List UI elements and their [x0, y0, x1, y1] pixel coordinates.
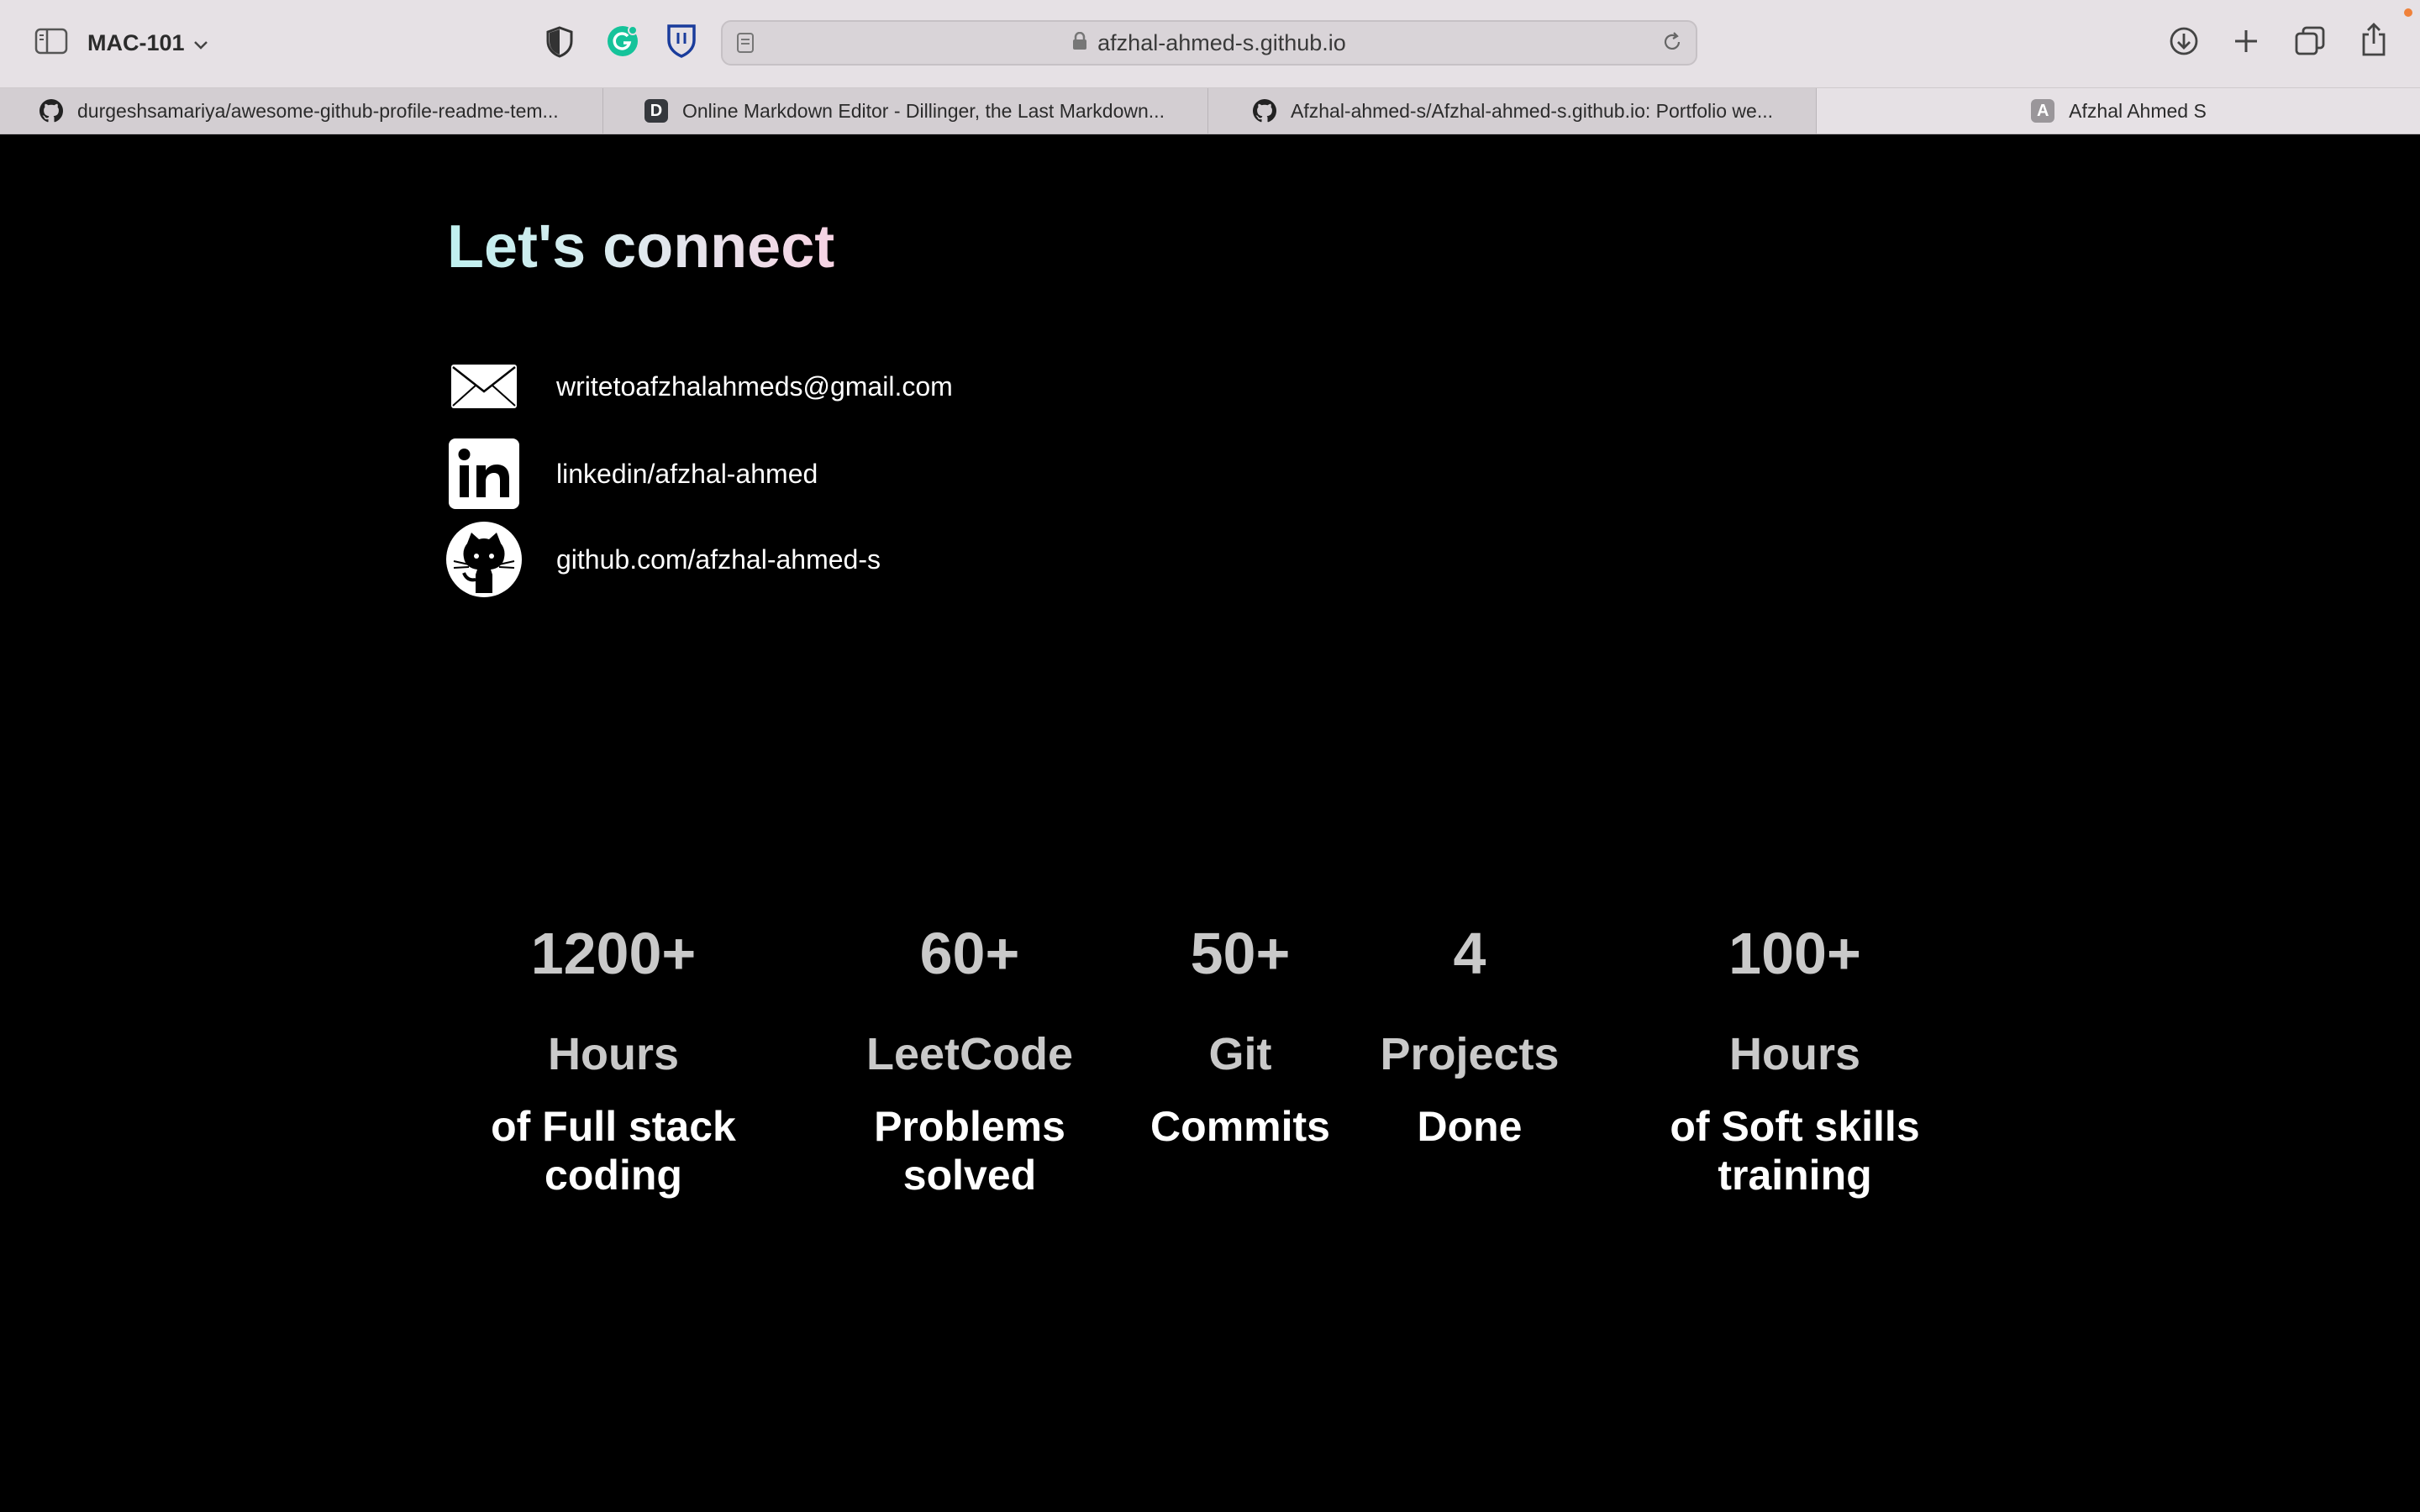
notification-dot — [2404, 8, 2412, 17]
stat-desc-line: Done — [1417, 1103, 1523, 1150]
grammarly-extension-button[interactable] — [603, 24, 642, 62]
sidebar-icon — [34, 28, 68, 59]
linkedin-icon — [445, 435, 523, 512]
stat-desc-line: of Full stack — [491, 1103, 736, 1150]
stat-unit: Hours — [547, 1029, 680, 1079]
tab-dillinger[interactable]: D Online Markdown Editor - Dillinger, th… — [603, 88, 1208, 134]
downloads-button[interactable] — [2163, 24, 2205, 62]
stat-unit: Projects — [1380, 1029, 1560, 1079]
stat-value: 1200+ — [530, 921, 697, 986]
stat-value: 4 — [1453, 921, 1486, 986]
tab-bar: durgeshsamariya/awesome-github-profile-r… — [0, 88, 2420, 134]
stat-softskills-hours: 100+ Hours of Soft skills training — [1670, 924, 1919, 1200]
github-icon — [1252, 98, 1277, 123]
tab-title: Afzhal-ahmed-s/Afzhal-ahmed-s.github.io:… — [1291, 99, 1773, 122]
github-icon — [39, 98, 64, 123]
contact-github-link[interactable]: github.com/afzhal-ahmed-s — [445, 521, 881, 598]
shield-icon — [545, 25, 574, 62]
page-content: Let's connect writetoafzhalahmeds@gmail.… — [0, 134, 2420, 1512]
dillinger-icon: D — [644, 98, 669, 123]
address-bar[interactable]: afzhal-ahmed-s.github.io — [721, 20, 1697, 66]
stat-description: Commits — [1150, 1102, 1330, 1151]
share-icon — [2360, 22, 2388, 61]
stat-value: 50+ — [1190, 921, 1291, 986]
contact-email-link[interactable]: writetoafzhalahmeds@gmail.com — [445, 348, 953, 425]
stat-value: 60+ — [919, 921, 1020, 986]
bitwarden-extension-button[interactable] — [662, 24, 701, 62]
stat-unit: Hours — [1728, 1029, 1861, 1079]
contact-linkedin-link[interactable]: linkedin/afzhal-ahmed — [445, 435, 818, 512]
tab-github-profile-readme[interactable]: durgeshsamariya/awesome-github-profile-r… — [0, 88, 603, 134]
profile-selector[interactable]: MAC-101 — [87, 25, 208, 60]
reload-icon[interactable] — [1660, 30, 1684, 58]
stat-fullstack-hours: 1200+ Hours of Full stack coding — [491, 924, 736, 1200]
share-button[interactable] — [2353, 20, 2395, 62]
tab-title: Afzhal Ahmed S — [2069, 99, 2207, 122]
stat-unit: LeetCode — [865, 1029, 1074, 1079]
mail-icon — [445, 348, 523, 425]
github-icon — [445, 521, 523, 598]
tab-afzhal-ahmed-s[interactable]: A Afzhal Ahmed S — [1817, 88, 2420, 134]
grammarly-icon — [606, 24, 639, 62]
tab-github-portfolio-repo[interactable]: Afzhal-ahmed-s/Afzhal-ahmed-s.github.io:… — [1208, 88, 1817, 134]
contact-github-text: github.com/afzhal-ahmed-s — [556, 543, 881, 575]
stat-unit: Git — [1208, 1029, 1272, 1079]
privacy-shield-button[interactable] — [541, 25, 578, 62]
url-text: afzhal-ahmed-s.github.io — [1097, 29, 1346, 55]
download-icon — [2168, 25, 2200, 61]
browser-toolbar: MAC-101 afzhal-ahmed-s.github.io — [0, 0, 2420, 88]
stat-description: of Soft skills training — [1670, 1102, 1919, 1200]
stat-projects: 4 Projects Done — [1380, 924, 1559, 1151]
stat-value: 100+ — [1728, 921, 1861, 986]
contact-email-text: writetoafzhalahmeds@gmail.com — [556, 370, 953, 402]
sidebar-toggle-button[interactable] — [30, 25, 72, 60]
site-letter-icon: A — [2030, 98, 2055, 123]
stat-description: Done — [1380, 1102, 1559, 1151]
tabs-overview-icon — [2295, 26, 2325, 60]
lock-icon — [1072, 30, 1087, 56]
stat-desc-line: Problems — [874, 1103, 1065, 1150]
chevron-down-icon — [193, 30, 208, 56]
stat-desc-line: coding — [544, 1152, 682, 1199]
stat-desc-line: solved — [902, 1152, 1037, 1199]
profile-name: MAC-101 — [87, 29, 185, 55]
tab-overview-button[interactable] — [2289, 24, 2331, 62]
contact-linkedin-text: linkedin/afzhal-ahmed — [556, 458, 818, 489]
new-tab-button[interactable] — [2225, 24, 2267, 62]
stat-leetcode: 60+ LeetCode Problems solved — [866, 924, 1073, 1200]
stat-description: of Full stack coding — [491, 1102, 736, 1200]
stat-desc-line: training — [1718, 1152, 1872, 1199]
stat-description: Problems solved — [866, 1102, 1073, 1200]
tab-title: Online Markdown Editor - Dillinger, the … — [682, 99, 1165, 122]
tab-title: durgeshsamariya/awesome-github-profile-r… — [77, 99, 559, 122]
url-display: afzhal-ahmed-s.github.io — [723, 22, 1696, 64]
connect-heading: Let's connect — [447, 213, 835, 281]
stat-desc-line: of Soft skills — [1670, 1103, 1920, 1150]
stat-git-commits: 50+ Git Commits — [1150, 924, 1330, 1151]
plus-icon — [2233, 28, 2260, 59]
bitwarden-icon — [666, 24, 697, 63]
stat-desc-line: Commits — [1150, 1103, 1330, 1150]
